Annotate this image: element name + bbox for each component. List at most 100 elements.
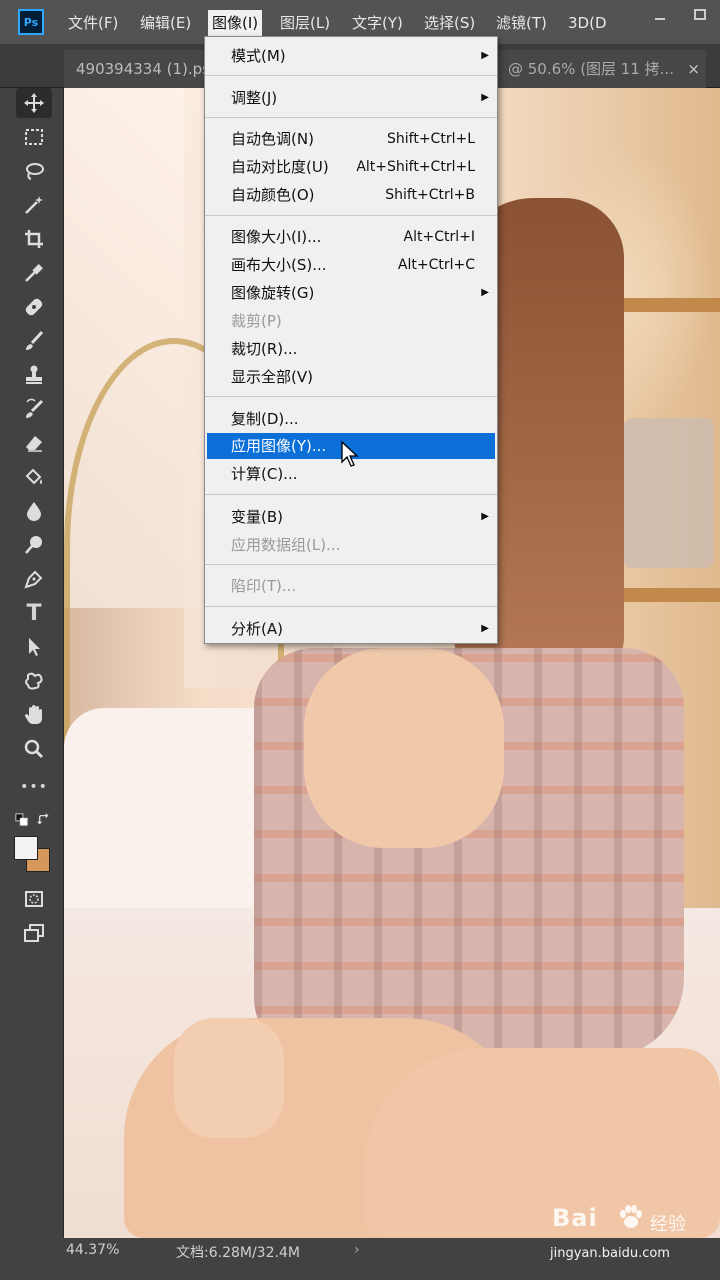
blur-icon[interactable] — [16, 496, 52, 526]
menu-separator — [205, 396, 497, 397]
more-tools-icon[interactable]: ••• — [16, 772, 52, 802]
window-controls — [640, 0, 720, 32]
menu-item-image-rotation[interactable]: 图像旋转(G) ▶ — [207, 280, 495, 306]
menu-filter[interactable]: 滤镜(T) — [492, 10, 551, 36]
menu-layer[interactable]: 图层(L) — [276, 10, 334, 36]
watermark-logo-text: Bai — [552, 1204, 598, 1232]
paw-icon — [620, 1205, 642, 1228]
menu-item-adjustments[interactable]: 调整(J) ▶ — [207, 85, 495, 111]
menu-item-trim[interactable]: 裁切(R)... — [207, 336, 495, 362]
baidu-watermark: Bai 经验 — [552, 1200, 712, 1240]
pen-icon[interactable] — [16, 564, 52, 594]
photo-hand — [174, 1018, 284, 1138]
marquee-icon[interactable] — [16, 122, 52, 152]
history-brush-icon[interactable] — [16, 394, 52, 424]
screen-mode-icon[interactable] — [16, 918, 52, 948]
menu-item-crop: 裁剪(P) — [207, 308, 495, 334]
menu-item-label: 应用图像(Y)... — [231, 437, 327, 455]
menu-item-variables[interactable]: 变量(B) ▶ — [207, 504, 495, 530]
lasso-icon[interactable] — [16, 156, 52, 186]
menu-item-shortcut: Alt+Ctrl+I — [403, 229, 475, 245]
dodge-icon[interactable] — [16, 530, 52, 560]
menu-type[interactable]: 文字(Y) — [348, 10, 407, 36]
menu-item-label: 裁切(R)... — [231, 340, 298, 358]
status-menu-arrow-icon[interactable]: › — [354, 1242, 360, 1258]
menu-file[interactable]: 文件(F) — [64, 10, 122, 36]
menu-edit[interactable]: 编辑(E) — [136, 10, 195, 36]
move-icon[interactable] — [16, 88, 52, 118]
type-icon[interactable]: T — [16, 598, 52, 628]
menu-item-label: 复制(D)... — [231, 410, 299, 428]
document-tab-active[interactable]: @ 50.6% (图层 11 拷... × — [496, 50, 706, 88]
brush-icon[interactable] — [16, 326, 52, 356]
menu-item-image-size[interactable]: 图像大小(I)... Alt+Ctrl+I — [207, 224, 495, 250]
menu-item-label: 模式(M) — [231, 47, 286, 65]
path-selection-icon[interactable] — [16, 632, 52, 662]
eyedropper-icon[interactable] — [16, 258, 52, 288]
magic-wand-icon[interactable] — [16, 190, 52, 220]
swap-colors-icon[interactable] — [34, 810, 54, 830]
menu-item-apply-data-set: 应用数据组(L)... — [207, 532, 495, 558]
menu-separator — [205, 215, 497, 216]
image-menu-dropdown: 模式(M) ▶ 调整(J) ▶ 自动色调(N) Shift+Ctrl+L 自动对… — [204, 36, 498, 644]
menu-item-shortcut: Shift+Ctrl+L — [387, 131, 475, 147]
menu-item-shortcut: Alt+Ctrl+C — [397, 257, 475, 273]
menu-item-label: 画布大小(S)... — [231, 256, 327, 274]
hand-icon[interactable] — [16, 700, 52, 730]
photoshop-logo: Ps — [18, 9, 44, 35]
menu-item-label: 自动色调(N) — [231, 130, 314, 148]
default-colors-icon[interactable] — [12, 810, 32, 830]
close-tab-icon[interactable]: × — [687, 50, 700, 88]
photo-clock — [624, 418, 714, 568]
menu-item-label: 裁剪(P) — [231, 312, 282, 330]
zoom-icon[interactable] — [16, 734, 52, 764]
menu-select[interactable]: 选择(S) — [420, 10, 479, 36]
submenu-arrow-icon: ▶ — [481, 287, 489, 298]
menu-item-auto-tone[interactable]: 自动色调(N) Shift+Ctrl+L — [207, 126, 495, 152]
menu-image[interactable]: 图像(I) — [208, 10, 263, 36]
menu-item-analysis[interactable]: 分析(A) ▶ — [207, 616, 495, 642]
document-info: 文档:6.28M/32.4M — [176, 1245, 300, 1261]
menu-separator — [205, 606, 497, 607]
mouse-cursor-icon — [341, 440, 359, 467]
menu-item-label: 变量(B) — [231, 508, 283, 526]
quick-mask-icon[interactable] — [16, 884, 52, 914]
menu-item-duplicate[interactable]: 复制(D)... — [207, 406, 495, 432]
menu-item-label: 调整(J) — [231, 89, 278, 107]
watermark-suffix: 经验 — [650, 1214, 686, 1235]
menu-item-shortcut: Shift+Ctrl+B — [385, 187, 475, 203]
minimize-icon[interactable] — [640, 0, 680, 30]
crop-icon[interactable] — [16, 224, 52, 254]
zoom-level[interactable]: 44.37% — [66, 1242, 119, 1258]
shape-icon[interactable] — [16, 666, 52, 696]
healing-brush-icon[interactable] — [16, 292, 52, 322]
clone-stamp-icon[interactable] — [16, 360, 52, 390]
submenu-arrow-icon: ▶ — [481, 50, 489, 61]
menu-item-canvas-size[interactable]: 画布大小(S)... Alt+Ctrl+C — [207, 252, 495, 278]
menu-item-mode[interactable]: 模式(M) ▶ — [207, 43, 495, 69]
paint-bucket-icon[interactable] — [16, 462, 52, 492]
document-tab[interactable]: 490394334 (1).ps — [64, 50, 223, 88]
color-swatches-icon[interactable] — [14, 836, 54, 876]
menu-item-label: 陷印(T)... — [231, 577, 297, 595]
menu-item-trap: 陷印(T)... — [207, 573, 495, 599]
menu-separator — [205, 117, 497, 118]
menu-item-label: 应用数据组(L)... — [231, 536, 341, 554]
menu-separator — [205, 494, 497, 495]
menu-3d[interactable]: 3D(D — [564, 10, 611, 36]
eraser-icon[interactable] — [16, 428, 52, 458]
maximize-icon[interactable] — [680, 0, 720, 30]
menu-item-label: 图像旋转(G) — [231, 284, 315, 302]
menu-item-reveal-all[interactable]: 显示全部(V) — [207, 364, 495, 390]
foreground-color-swatch[interactable] — [14, 836, 38, 860]
menu-item-label: 自动对比度(U) — [231, 158, 329, 176]
status-bar: 44.37% 文档:6.28M/32.4M › jingyan.baidu.co… — [0, 1238, 720, 1280]
menu-item-label: 显示全部(V) — [231, 368, 313, 386]
submenu-arrow-icon: ▶ — [481, 623, 489, 634]
menu-item-auto-color[interactable]: 自动颜色(O) Shift+Ctrl+B — [207, 182, 495, 208]
menu-separator — [205, 564, 497, 565]
menu-item-auto-contrast[interactable]: 自动对比度(U) Alt+Shift+Ctrl+L — [207, 154, 495, 180]
menu-separator — [205, 75, 497, 76]
submenu-arrow-icon: ▶ — [481, 511, 489, 522]
submenu-arrow-icon: ▶ — [481, 92, 489, 103]
